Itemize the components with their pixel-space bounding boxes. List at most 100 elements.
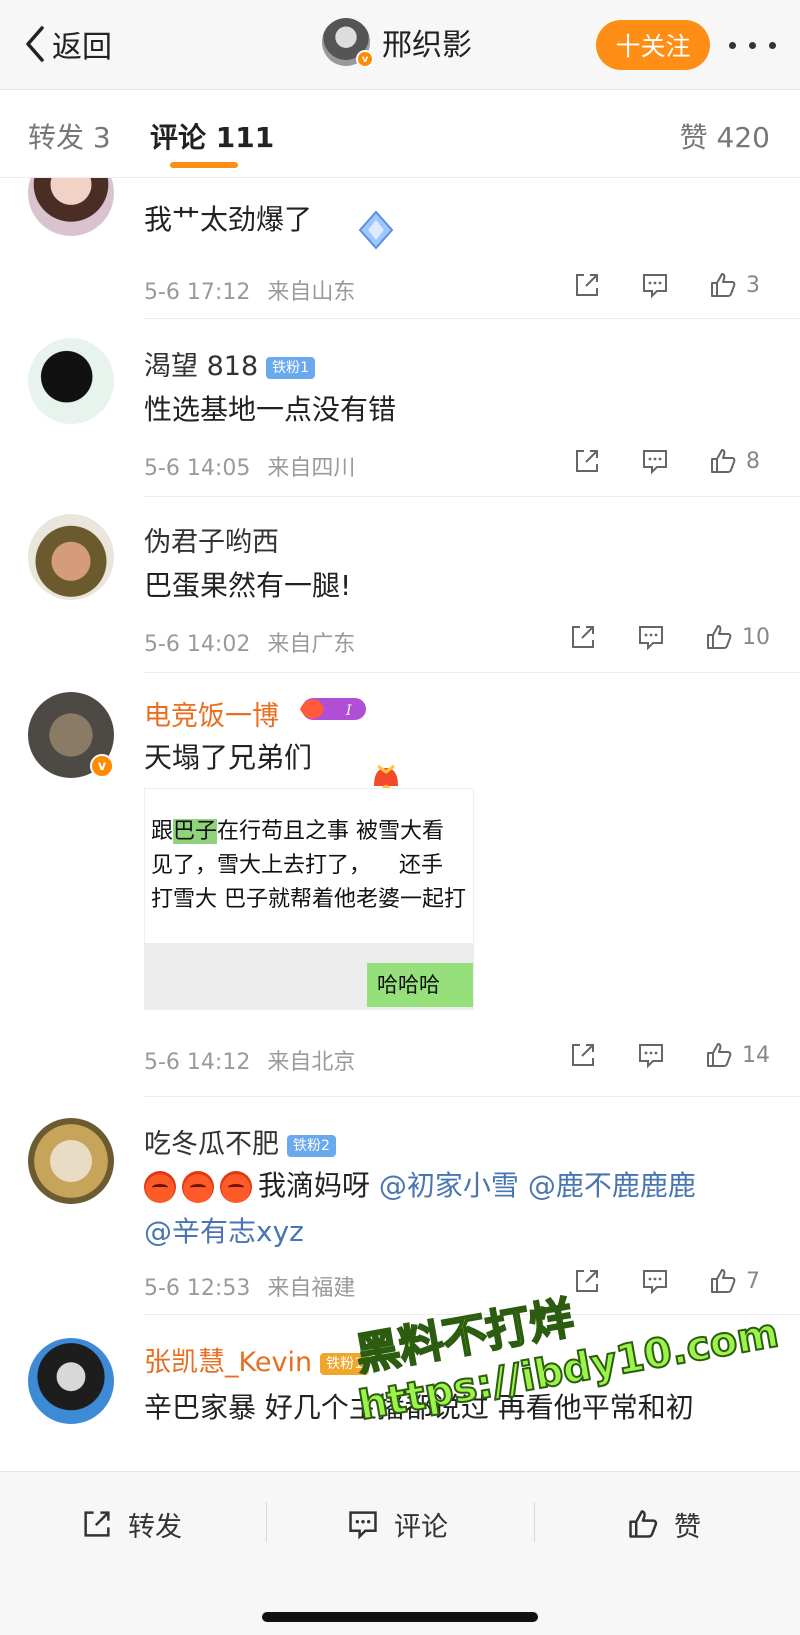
bottom-action-bar: 转发 评论 赞 bbox=[0, 1471, 800, 1635]
fan-medal-icon: I bbox=[300, 698, 366, 720]
avatar[interactable] bbox=[28, 514, 114, 600]
repost-icon[interactable] bbox=[568, 622, 598, 652]
username-text[interactable]: 渴望 818 bbox=[144, 351, 258, 382]
comment-username[interactable]: 张凯慧_Kevin 铁粉1 bbox=[144, 1340, 369, 1379]
like-count: 8 bbox=[746, 448, 760, 474]
image-text: 还手 bbox=[399, 853, 444, 878]
comment-username[interactable]: 吃冬瓜不肥 铁粉2 bbox=[144, 1122, 336, 1161]
repost-icon[interactable] bbox=[572, 446, 602, 476]
image-text: 跟 bbox=[151, 819, 174, 844]
repost-icon[interactable] bbox=[572, 270, 602, 300]
verified-icon: v bbox=[90, 754, 114, 778]
comment-actions: 10 bbox=[530, 622, 770, 652]
svg-text:I: I bbox=[345, 703, 352, 719]
mention-link[interactable]: @辛有志xyz bbox=[144, 1215, 304, 1248]
mention-link[interactable]: @初家小雪 bbox=[379, 1169, 519, 1202]
comment-meta: 5-6 14:02 来自广东 bbox=[144, 626, 355, 658]
comment-location: 来自北京 bbox=[267, 1050, 356, 1075]
back-button[interactable]: 返回 bbox=[22, 22, 112, 66]
comment-meta: 5-6 14:12 来自北京 bbox=[144, 1044, 355, 1076]
divider bbox=[144, 1096, 800, 1097]
image-text-line: 跟巴子在行苟且之事 被雪大看 bbox=[151, 813, 444, 845]
comment-text: 巴蛋果然有一腿! bbox=[144, 569, 352, 602]
comment-icon bbox=[349, 1511, 377, 1540]
comment-username[interactable]: 伪君子哟西 bbox=[144, 520, 279, 559]
comment-text: 我滴妈呀 @初家小雪 @鹿不鹿鹿鹿 bbox=[144, 1164, 696, 1204]
follow-button[interactable]: 十关注 bbox=[596, 20, 710, 70]
divider bbox=[266, 1502, 267, 1542]
comment-actions: 8 bbox=[534, 446, 770, 476]
like-count: 14 bbox=[742, 1042, 770, 1068]
comment-time: 5-6 12:53 bbox=[144, 1276, 251, 1301]
divider bbox=[144, 672, 800, 673]
comment-actions: 14 bbox=[530, 1040, 770, 1070]
like-label: 赞 bbox=[674, 1511, 701, 1543]
avatar[interactable] bbox=[28, 1118, 114, 1204]
divider bbox=[144, 496, 800, 497]
comment-label: 评论 bbox=[394, 1511, 448, 1543]
image-text-line: 见了，雪大上去打了， 还手 bbox=[151, 847, 443, 879]
back-label: 返回 bbox=[52, 30, 112, 65]
comment-meta: 5-6 17:12 来自山东 bbox=[144, 274, 355, 306]
like-count: 10 bbox=[742, 624, 770, 650]
more-options-icon[interactable] bbox=[722, 27, 782, 63]
avatar[interactable]: v bbox=[322, 18, 374, 68]
repost-button[interactable]: 转发 bbox=[80, 1502, 182, 1546]
username-text[interactable]: 吃冬瓜不肥 bbox=[144, 1129, 279, 1160]
comment-time: 5-6 14:02 bbox=[144, 632, 251, 657]
comment-time: 5-6 14:12 bbox=[144, 1050, 251, 1075]
comment-time: 5-6 17:12 bbox=[144, 280, 251, 305]
comment-actions: 3 bbox=[534, 270, 770, 300]
tab-reposts[interactable]: 转发 3 bbox=[28, 116, 111, 156]
thumbs-up-icon[interactable] bbox=[704, 1040, 734, 1070]
active-tab-indicator bbox=[170, 162, 238, 168]
username-text[interactable]: 电竞饭一博 bbox=[144, 701, 279, 732]
verified-icon: v bbox=[356, 50, 374, 68]
avatar[interactable] bbox=[28, 1338, 114, 1424]
comment-icon[interactable] bbox=[640, 446, 670, 476]
like-count: 3 bbox=[746, 272, 760, 298]
post-author[interactable]: v 邢织影 bbox=[322, 18, 472, 68]
username-text[interactable]: 张凯慧_Kevin bbox=[144, 1347, 312, 1378]
comment-icon[interactable] bbox=[636, 622, 666, 652]
comment-button[interactable]: 评论 bbox=[346, 1502, 448, 1546]
top-navigation-bar: 返回 v 邢织影 十关注 bbox=[0, 0, 800, 90]
repost-icon bbox=[84, 1511, 110, 1537]
angry-emoji-icon bbox=[220, 1171, 252, 1203]
comment-username[interactable]: 电竞饭一博 bbox=[144, 694, 279, 733]
comment-list[interactable]: 我艹太劲爆了 5-6 17:12 来自山东 3 渴望 818 铁粉1 性选基地一点… bbox=[0, 178, 800, 1471]
comment-text: 性选基地一点没有错 bbox=[144, 393, 397, 426]
comment-icon[interactable] bbox=[636, 1040, 666, 1070]
home-indicator[interactable] bbox=[262, 1612, 538, 1622]
repost-icon[interactable] bbox=[568, 1040, 598, 1070]
divider bbox=[534, 1502, 535, 1542]
image-text-line: 打雪大 巴子就帮着他老婆一起打 bbox=[151, 887, 466, 912]
tab-comments[interactable]: 评论 111 bbox=[150, 116, 274, 156]
thumbs-up-icon bbox=[629, 1510, 658, 1538]
comment-meta: 5-6 14:05 来自四川 bbox=[144, 450, 355, 482]
avatar[interactable] bbox=[28, 338, 114, 424]
thumbs-up-icon[interactable] bbox=[708, 446, 738, 476]
comment-location: 来自四川 bbox=[267, 456, 356, 481]
comment-time: 5-6 14:05 bbox=[144, 456, 251, 481]
comment-username[interactable]: 渴望 818 铁粉1 bbox=[144, 344, 316, 383]
chevron-left-icon bbox=[26, 26, 44, 62]
weibo-comments-page: 返回 v 邢织影 十关注 转发 3 评论 111 赞 420 我艹太劲爆了 5-… bbox=[0, 0, 800, 1635]
comment-icon[interactable] bbox=[640, 270, 670, 300]
thumbs-up-icon[interactable] bbox=[708, 270, 738, 300]
comment-text: 天塌了兄弟们 bbox=[144, 741, 313, 774]
mention-link[interactable]: @鹿不鹿鹿鹿 bbox=[528, 1169, 696, 1202]
thumbs-up-icon[interactable] bbox=[704, 622, 734, 652]
comment-text-line2: @辛有志xyz bbox=[144, 1210, 304, 1250]
comment-image[interactable]: 跟巴子在行苟且之事 被雪大看 见了，雪大上去打了， 还手 打雪大 巴子就帮着他老婆… bbox=[144, 788, 474, 1010]
image-text: 在行苟且之事 被雪大看 bbox=[217, 819, 445, 844]
like-button[interactable]: 赞 bbox=[626, 1502, 701, 1546]
image-chat-bubble: 哈哈哈 bbox=[367, 963, 473, 1007]
comment-location: 来自山东 bbox=[267, 280, 356, 305]
author-name[interactable]: 邢织影 bbox=[382, 20, 472, 64]
fan-badge: 铁粉1 bbox=[266, 356, 316, 379]
comment-location: 来自福建 bbox=[267, 1276, 356, 1301]
image-text: 见了，雪大上去打了 bbox=[151, 853, 350, 878]
avatar[interactable] bbox=[28, 178, 114, 236]
tab-likes[interactable]: 赞 420 bbox=[680, 116, 770, 156]
